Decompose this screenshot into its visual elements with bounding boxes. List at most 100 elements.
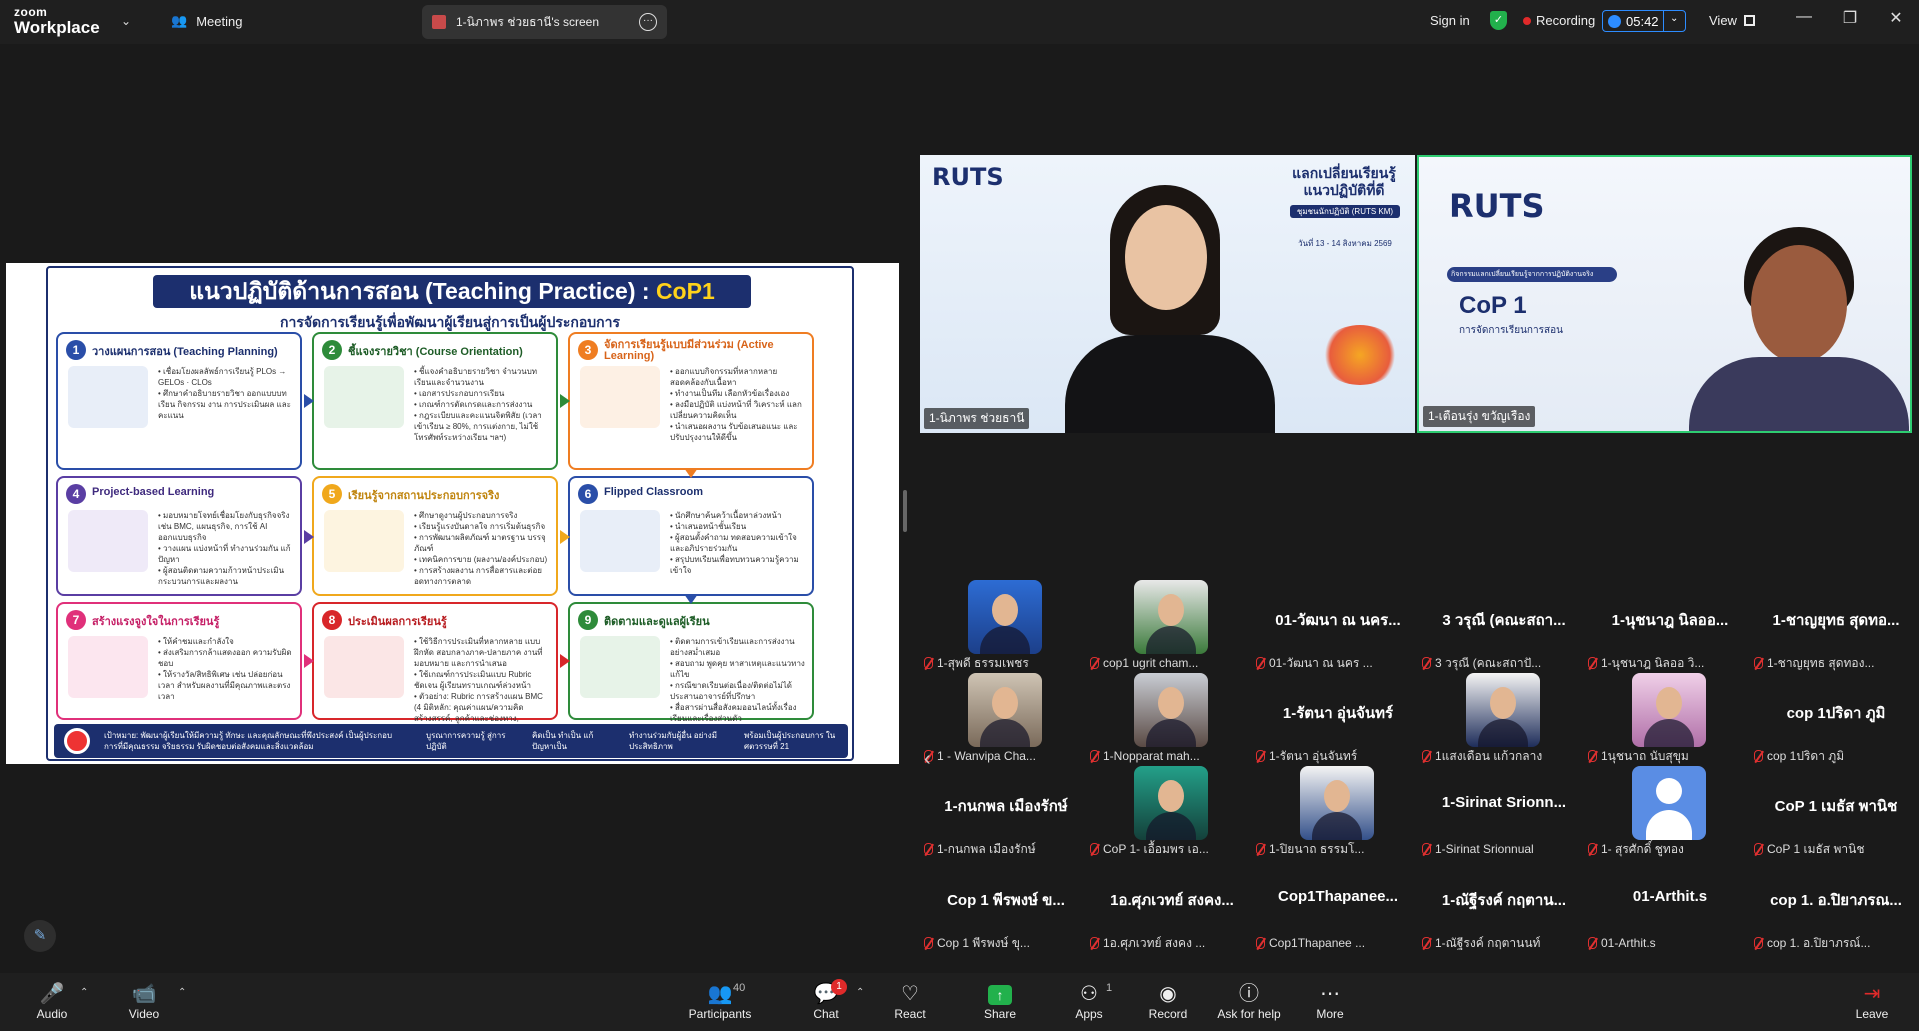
participant-tile[interactable]: 3 วรุณี (คณะสถา... 3 วรุณี (คณะสถาปั... bbox=[1420, 580, 1580, 670]
video-tile-speaker-2[interactable]: RUTS กิจกรรมแลกเปลี่ยนเรียนรู้จากการปฏิบ… bbox=[1417, 155, 1912, 433]
participant-tile[interactable]: 01-Arthit.s 01-Arthit.s bbox=[1586, 860, 1746, 950]
heart-hands-icon bbox=[580, 636, 660, 698]
encryption-shield-icon[interactable]: ✓ bbox=[1490, 11, 1507, 30]
chevron-up-icon[interactable]: ⌃ bbox=[856, 987, 864, 998]
ask-for-help-button[interactable]: ⓘ Ask for help bbox=[1204, 981, 1294, 1021]
chevron-down-icon[interactable]: ⌄ bbox=[1670, 13, 1678, 24]
card-flipped-classroom: 6 Flipped Classroom • นักศึกษาค้นคว้าเนื… bbox=[568, 476, 814, 596]
participant-name-tag: CoP 1 เมธัส พานิช bbox=[1754, 840, 1918, 858]
participant-name: CoP 1- เอื้อมพร เอ... bbox=[1103, 841, 1209, 856]
goal-item: พร้อมเป็นผู้ประกอบการ ในศตวรรษที่ 21 bbox=[744, 731, 836, 751]
participants-button[interactable]: 👥 40 Participants bbox=[676, 981, 764, 1021]
participant-tile[interactable]: CoP 1- เอื้อมพร เอ... bbox=[1088, 766, 1248, 856]
shared-screen-content: แนวปฏิบัติด้านการสอน (Teaching Practice)… bbox=[6, 263, 899, 764]
apps-button[interactable]: ⚇ 1 Apps bbox=[1049, 981, 1129, 1021]
mic-muted-icon bbox=[1754, 843, 1763, 855]
participant-tile[interactable]: 1- สุรศักดิ์ ชูทอง bbox=[1586, 766, 1746, 856]
participant-tile[interactable]: 1-นุชนาฎ นิลออ... 1-นุชนาฎ นิลออ วิ... bbox=[1586, 580, 1746, 670]
sign-in-link[interactable]: Sign in bbox=[1430, 13, 1470, 28]
ruts-logo: RUTS bbox=[932, 163, 1004, 191]
more-options-icon[interactable]: ··· bbox=[639, 13, 657, 31]
participant-tile[interactable]: 1 - Wanvipa Cha... bbox=[922, 673, 1082, 763]
participant-display-name: 1-รัตนา อุ่นจันทร์ bbox=[1282, 705, 1394, 722]
participant-tile[interactable]: cop1 ugrit cham... bbox=[1088, 580, 1248, 670]
record-label: Record bbox=[1148, 1007, 1188, 1021]
mic-muted-icon bbox=[924, 937, 933, 949]
participant-name: 1แสงเดือน แก้วกลาง bbox=[1435, 748, 1543, 763]
panel-resize-handle[interactable] bbox=[903, 490, 907, 532]
share-button[interactable]: ↑ Share bbox=[960, 981, 1040, 1021]
shared-screen-label: 1-นิภาพร ช่วยธานี's screen bbox=[456, 14, 600, 29]
chevron-up-icon[interactable]: ⌃ bbox=[80, 987, 88, 998]
participant-tile[interactable]: Cop 1 พีรพงษ์ ข... Cop 1 พีรพงษ์ ขุ... bbox=[922, 860, 1082, 950]
close-icon[interactable]: ✕ bbox=[1884, 8, 1908, 28]
card-body: • ออกแบบกิจกรรมที่หลากหลาย สอดคล้องกับเน… bbox=[670, 367, 802, 442]
restore-icon[interactable]: ❐ bbox=[1838, 8, 1862, 28]
participant-tile[interactable]: 1-ณัฐีรงค์ กฤตาน... 1-ณัฐีรงค์ กฤตานนท์ bbox=[1420, 860, 1580, 950]
leave-button[interactable]: ⇥ Leave bbox=[1832, 981, 1912, 1021]
participant-display-name: 1-กนกพล เมืองรักษ์ bbox=[944, 798, 1068, 815]
card-number: 3 bbox=[578, 340, 598, 360]
more-button[interactable]: ⋯ More bbox=[1290, 981, 1370, 1021]
card-body: • มอบหมายโจทย์เชื่อมโยงกับธุรกิจจริง เช่… bbox=[158, 511, 291, 586]
participant-tile[interactable]: CoP 1 เมธัส พานิช CoP 1 เมธัส พานิช bbox=[1752, 766, 1912, 856]
view-button[interactable]: View bbox=[1709, 13, 1755, 28]
grid-view-icon bbox=[1743, 15, 1755, 26]
video-tile-speaker-1[interactable]: RUTS แลกเปลี่ยนเรียนรู้ แนวปฏิบัติที่ดี … bbox=[920, 155, 1415, 433]
card-project-based: 4 Project-based Learning • มอบหมายโจทย์เ… bbox=[56, 476, 302, 596]
chevron-up-icon[interactable]: ⌃ bbox=[178, 987, 186, 998]
participant-tile[interactable]: 1-สุพดี ธรรมเพชร bbox=[922, 580, 1082, 670]
participants-label: Participants bbox=[688, 1007, 752, 1021]
participant-tile[interactable]: 01-วัฒนา ณ นคร... 01-วัฒนา ณ นคร ... bbox=[1254, 580, 1414, 670]
chat-button[interactable]: 💬 1 Chat bbox=[786, 979, 866, 1021]
zoom-logo[interactable]: zoom Workplace bbox=[14, 6, 100, 36]
participant-tile[interactable]: Cop1Thapanee... Cop1Thapanee ... bbox=[1254, 860, 1414, 950]
participant-name-tag: 1-สุพดี ธรรมเพชร bbox=[924, 654, 1088, 672]
mic-muted-icon bbox=[1090, 750, 1099, 762]
chevron-down-icon[interactable]: ⌄ bbox=[121, 14, 131, 28]
participant-tile[interactable]: 1-รัตนา อุ่นจันทร์ 1-รัตนา อุ่นจันทร์ bbox=[1254, 673, 1414, 763]
participant-name-tag: Cop 1 พีรพงษ์ ขุ... bbox=[924, 934, 1088, 952]
participant-video bbox=[1689, 207, 1909, 431]
ruts-logo: RUTS bbox=[1449, 187, 1545, 225]
participant-tile[interactable]: 1-ปิยนาถ ธรรมโ... bbox=[1254, 766, 1414, 856]
participant-tile[interactable]: 1นุชนาถ นับสุขุม bbox=[1586, 673, 1746, 763]
participant-tile[interactable]: 1-Sirinat Srionn... 1-Sirinat Srionnual bbox=[1420, 766, 1580, 856]
brand-top: zoom bbox=[14, 5, 48, 19]
shared-screen-tab[interactable]: 1-นิภาพร ช่วยธานี's screen ··· bbox=[422, 5, 667, 39]
participant-tile[interactable]: 1อ.ศุภเวทย์ สงคง... 1อ.ศุภเวทย์ สงคง ... bbox=[1088, 860, 1248, 950]
meeting-tab[interactable]: 👥 Meeting bbox=[171, 13, 242, 29]
participant-display-name: 01-วัฒนา ณ นคร... bbox=[1275, 612, 1401, 629]
participant-tile[interactable]: cop 1ปริดา ภูมิ cop 1ปริดา ภูมิ bbox=[1752, 673, 1912, 763]
participant-name: cop1 ugrit cham... bbox=[1103, 656, 1199, 670]
participant-tile[interactable]: 1-กนกพล เมืองรักษ์ 1-กนกพล เมืองรักษ์ bbox=[922, 766, 1082, 856]
mic-muted-icon bbox=[1754, 657, 1763, 669]
slide-frame: แนวปฏิบัติด้านการสอน (Teaching Practice)… bbox=[46, 266, 854, 761]
video-button[interactable]: 📹 Video bbox=[104, 981, 184, 1021]
react-label: React bbox=[894, 1007, 926, 1021]
participant-tile[interactable]: cop 1. อ.ปิยาภรณ... cop 1. อ.ปิยาภรณ์... bbox=[1752, 860, 1912, 950]
mic-muted-icon bbox=[1588, 657, 1597, 669]
participant-name: 01-Arthit.s bbox=[1601, 936, 1656, 950]
participant-tile[interactable]: 1แสงเดือน แก้วกลาง bbox=[1420, 673, 1580, 763]
chevron-left-icon[interactable]: ‹ bbox=[924, 748, 931, 771]
leave-label: Leave bbox=[1855, 1007, 1889, 1021]
audio-label: Audio bbox=[36, 1007, 68, 1021]
participant-name-tag: cop 1. อ.ปิยาภรณ์... bbox=[1754, 934, 1918, 952]
mic-muted-icon bbox=[1588, 937, 1597, 949]
card-title: วางแผนการสอน (Teaching Planning) bbox=[92, 346, 278, 358]
record-button[interactable]: ◉ Record bbox=[1128, 981, 1208, 1021]
react-button[interactable]: ♡ React bbox=[870, 981, 950, 1021]
card-title: จัดการเรียนรู้แบบมีส่วนร่วม (Active Lear… bbox=[604, 339, 774, 362]
participant-name: CoP 1 เมธัส พานิช bbox=[1767, 841, 1865, 856]
participant-tile[interactable]: 1-Nopparat mah... bbox=[1088, 673, 1248, 763]
card-number: 2 bbox=[322, 340, 342, 360]
participant-tile[interactable]: 1-ชาญยุทธ สุดทอ... 1-ชาญยุทธ สุดทอง... bbox=[1752, 580, 1912, 670]
annotate-pencil-icon[interactable]: ✎ bbox=[24, 920, 56, 952]
recording-indicator[interactable]: Recording bbox=[1523, 13, 1595, 28]
meeting-timer[interactable]: 05:42 ⌄ bbox=[1602, 10, 1686, 32]
participant-name-tag: cop1 ugrit cham... bbox=[1090, 654, 1254, 672]
minimize-icon[interactable]: — bbox=[1792, 8, 1816, 26]
timer-value: 05:42 bbox=[1626, 13, 1659, 29]
flow-arrow bbox=[304, 394, 314, 408]
